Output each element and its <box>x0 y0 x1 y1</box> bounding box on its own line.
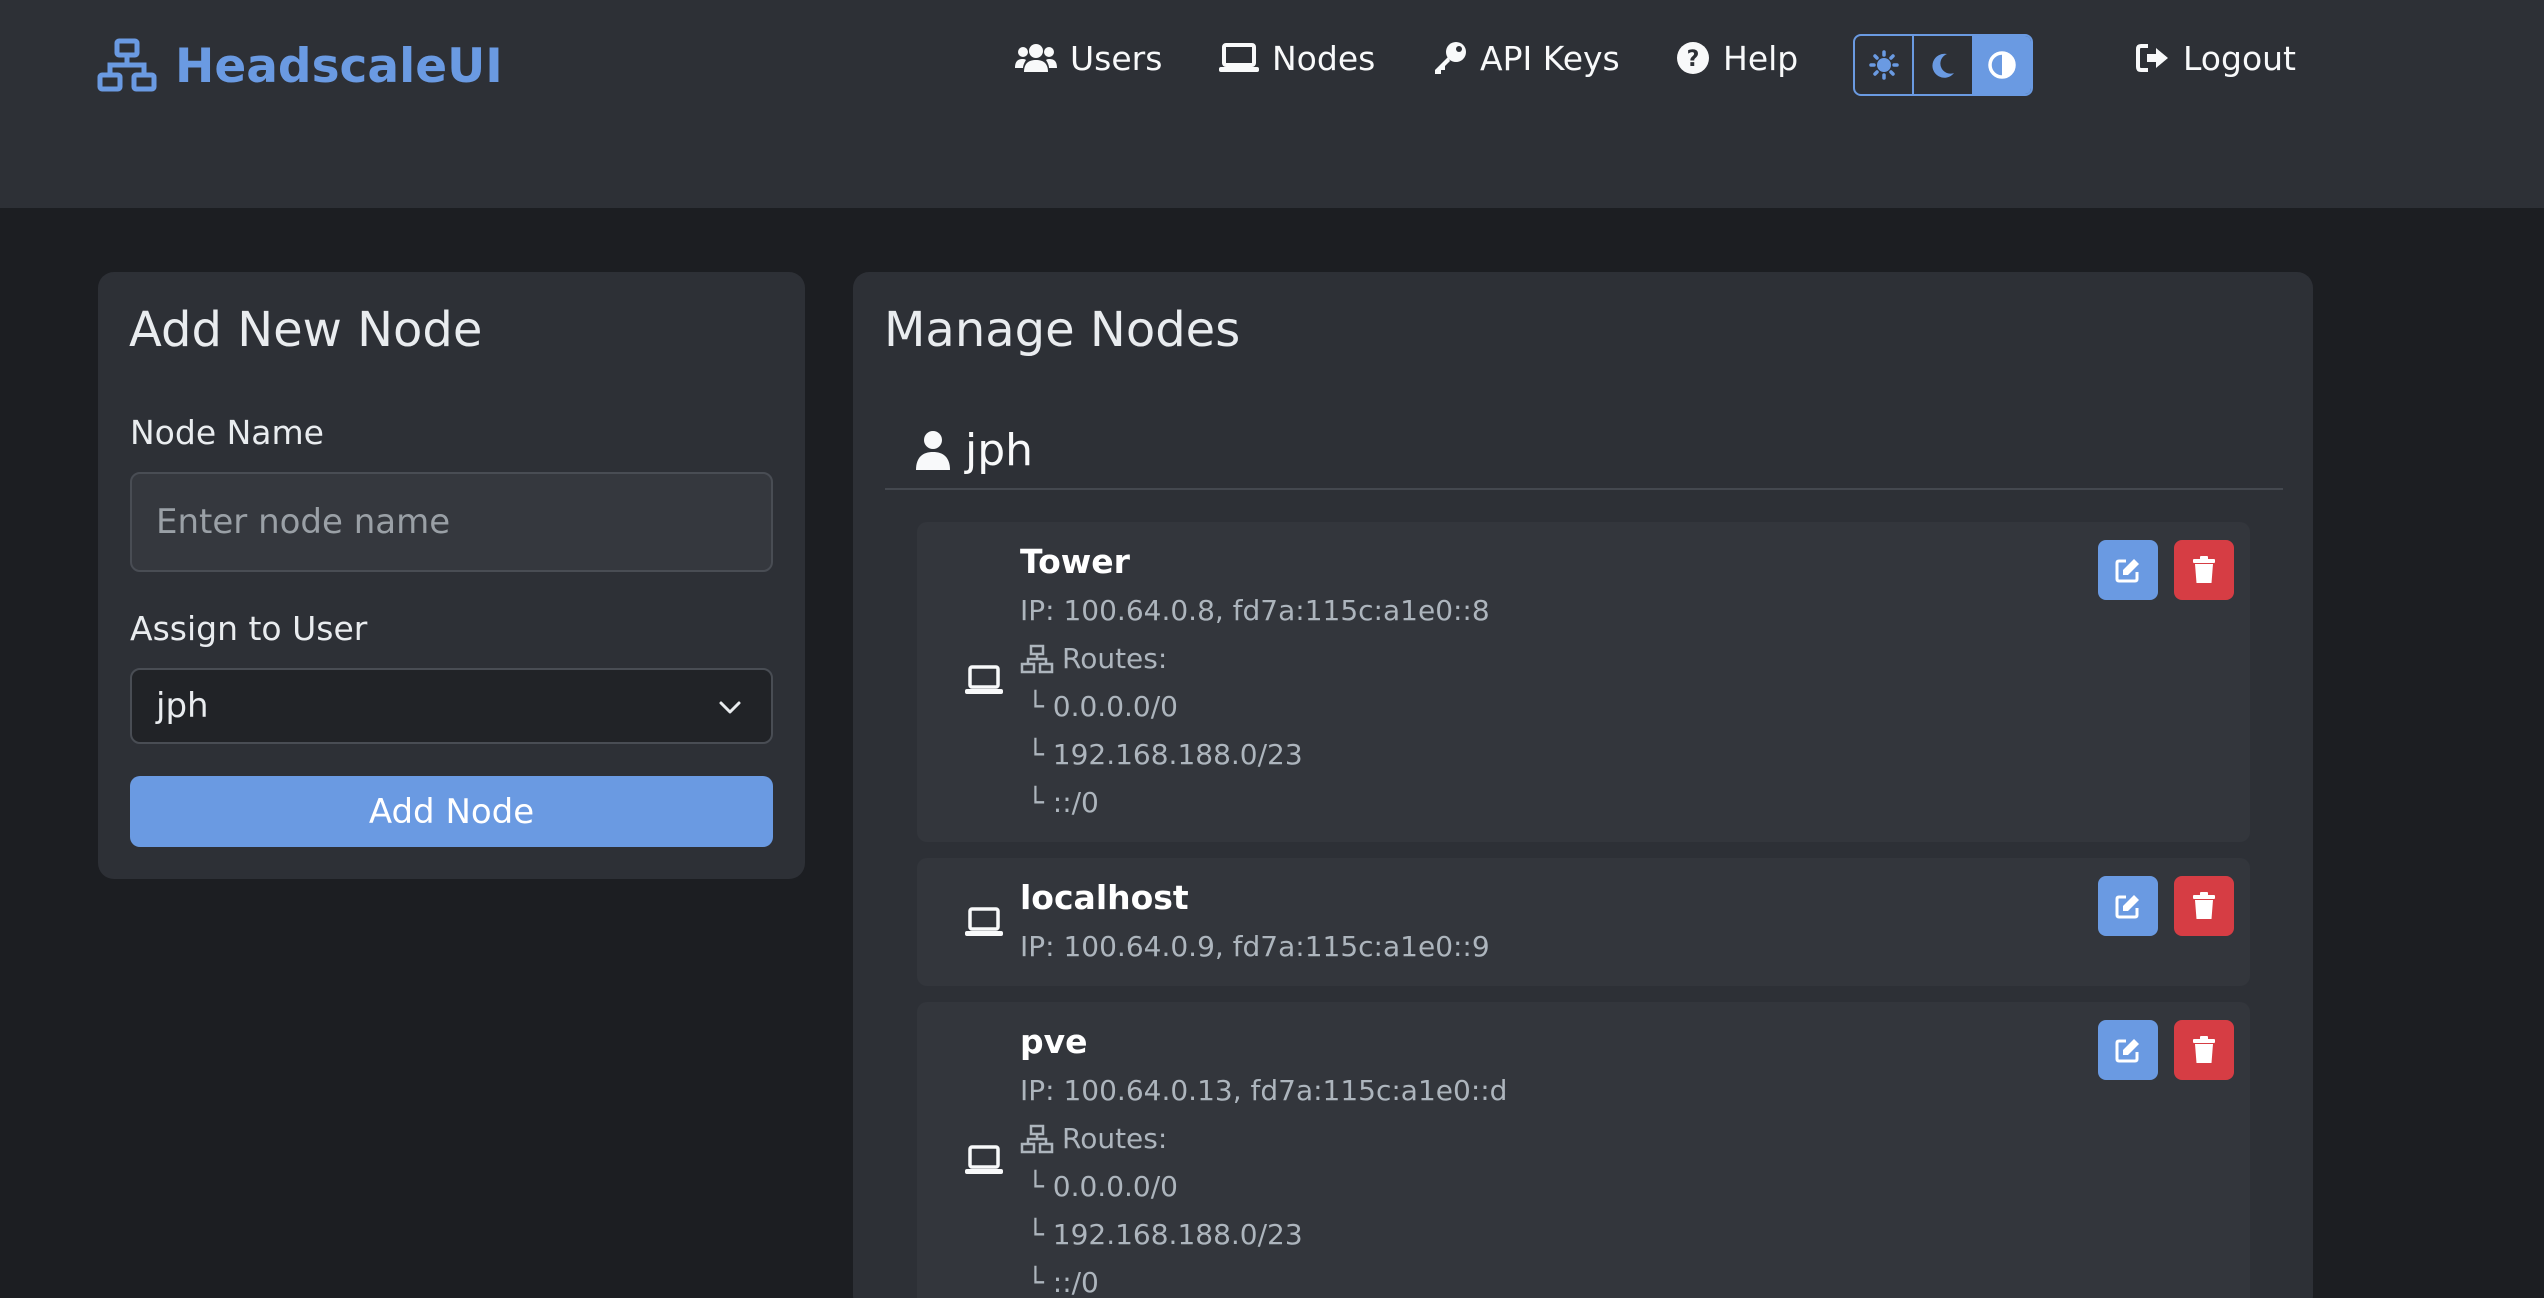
node-ip: IP: 100.64.0.9, fd7a:115c:a1e0::9 <box>1020 930 1490 963</box>
assign-user-label: Assign to User <box>130 609 368 648</box>
routes-label: Routes: <box>1062 1122 1168 1155</box>
trash-icon <box>2193 892 2215 919</box>
nav-help-label: Help <box>1723 38 1799 78</box>
nav-logout[interactable]: Logout <box>2136 32 2296 84</box>
nav-api-keys[interactable]: API Keys <box>1433 32 1620 84</box>
route-item: └ 0.0.0.0/0 <box>1027 690 1178 723</box>
delete-node-button[interactable] <box>2174 876 2234 936</box>
edit-node-button[interactable] <box>2098 876 2158 936</box>
nav-nodes-label: Nodes <box>1272 38 1376 78</box>
node-ip: IP: 100.64.0.8, fd7a:115c:a1e0::8 <box>1020 594 1490 627</box>
add-node-title: Add New Node <box>129 302 483 358</box>
chevron-down-icon <box>719 701 741 714</box>
route-item: └ 192.168.188.0/23 <box>1027 738 1303 771</box>
user-select-value: jph <box>156 686 209 726</box>
laptop-icon <box>1219 43 1259 72</box>
node-name-label: Node Name <box>130 413 324 452</box>
route-item: └ ::/0 <box>1027 1266 1099 1298</box>
nav-users-label: Users <box>1070 38 1163 78</box>
sun-icon <box>1868 50 1899 80</box>
trash-icon <box>2193 1036 2215 1063</box>
theme-auto-button[interactable] <box>1973 36 2031 94</box>
edit-icon <box>2115 895 2139 919</box>
nav-help[interactable]: ? Help <box>1676 32 1798 84</box>
network-icon <box>1020 1124 1054 1153</box>
node-routes-heading: Routes: <box>1020 1122 1167 1155</box>
network-icon <box>97 38 157 92</box>
theme-dark-button[interactable] <box>1914 36 1974 94</box>
nav-users[interactable]: Users <box>1015 32 1162 84</box>
key-icon <box>1435 42 1466 74</box>
user-select[interactable]: jph <box>130 668 773 744</box>
add-node-button[interactable]: Add Node <box>130 776 773 847</box>
theme-toggle-group <box>1853 34 2033 96</box>
question-circle-icon: ? <box>1677 42 1709 74</box>
node-routes-heading: Routes: <box>1020 642 1167 675</box>
logout-icon <box>2136 44 2168 72</box>
brand-link[interactable]: HeadscaleUI <box>97 36 503 96</box>
laptop-icon <box>965 665 1003 694</box>
route-item: └ ::/0 <box>1027 786 1099 819</box>
user-group-name: jph <box>965 424 1034 476</box>
node-name-input[interactable] <box>130 472 773 572</box>
edit-node-button[interactable] <box>2098 540 2158 600</box>
route-item: └ 0.0.0.0/0 <box>1027 1170 1178 1203</box>
edit-icon <box>2115 559 2139 583</box>
node-name: pve <box>1020 1022 1088 1061</box>
nav-logout-label: Logout <box>2183 38 2296 78</box>
node-card-pve: pve IP: 100.64.0.13, fd7a:115c:a1e0::d R… <box>917 1002 2250 1298</box>
users-icon <box>1015 44 1057 72</box>
nav-nodes[interactable]: Nodes <box>1219 32 1375 84</box>
theme-light-button[interactable] <box>1855 36 1915 94</box>
delete-node-button[interactable] <box>2174 1020 2234 1080</box>
edit-node-button[interactable] <box>2098 1020 2158 1080</box>
trash-icon <box>2193 556 2215 583</box>
laptop-icon <box>965 907 1003 936</box>
node-ip: IP: 100.64.0.13, fd7a:115c:a1e0::d <box>1020 1074 1508 1107</box>
edit-icon <box>2115 1039 2139 1063</box>
brand-name: HeadscaleUI <box>175 38 503 94</box>
node-name: localhost <box>1020 878 1189 917</box>
network-icon <box>1020 644 1054 673</box>
node-card-localhost: localhost IP: 100.64.0.9, fd7a:115c:a1e0… <box>917 858 2250 986</box>
user-icon <box>916 431 950 470</box>
moon-icon <box>1932 53 1954 78</box>
contrast-icon <box>1988 51 2017 79</box>
laptop-icon <box>965 1145 1003 1174</box>
user-group-header: jph <box>885 412 2283 490</box>
route-item: └ 192.168.188.0/23 <box>1027 1218 1303 1251</box>
navbar: HeadscaleUI Users Nodes API Keys ? Help … <box>0 0 2544 208</box>
svg-text:?: ? <box>1687 47 1700 72</box>
node-card-tower: Tower IP: 100.64.0.8, fd7a:115c:a1e0::8 … <box>917 522 2250 842</box>
node-name: Tower <box>1020 542 1130 581</box>
delete-node-button[interactable] <box>2174 540 2234 600</box>
nav-api-keys-label: API Keys <box>1480 38 1620 78</box>
manage-nodes-title: Manage Nodes <box>884 302 1241 358</box>
routes-label: Routes: <box>1062 642 1168 675</box>
